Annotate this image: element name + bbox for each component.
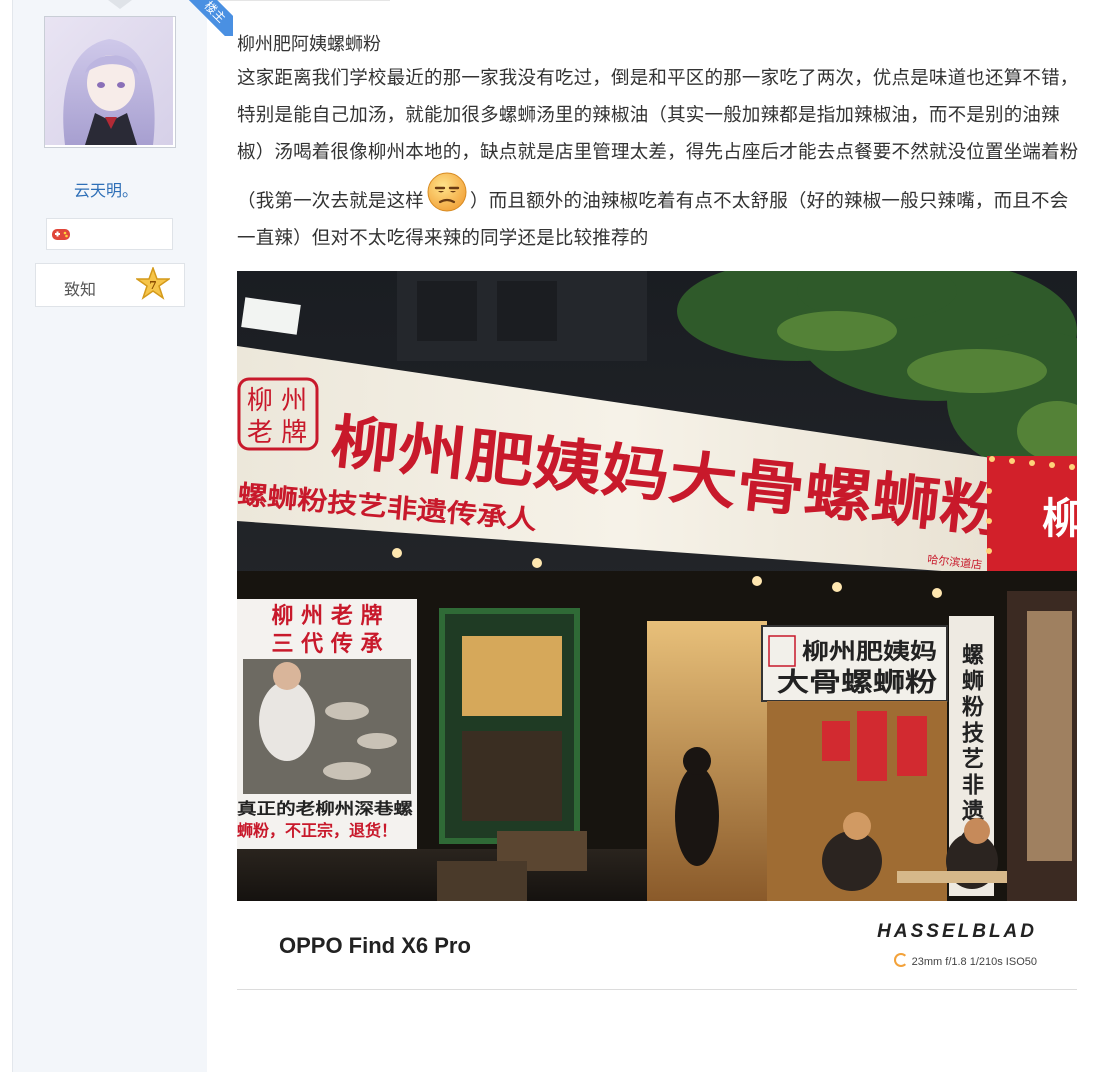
avatar[interactable] <box>44 16 176 148</box>
op-ribbon: 楼主 <box>173 0 233 36</box>
window-sign-line-1: 柳州肥姨妈 <box>802 639 937 665</box>
hasselblad-ring-icon <box>893 953 908 967</box>
medal-bar <box>46 218 173 250</box>
avatar-pointer <box>108 0 132 9</box>
level-star-icon: 7 <box>136 267 170 300</box>
poster-line-2: 三 代 传 承 <box>272 631 383 657</box>
poster-bottom-1: 真正的老柳州深巷螺 <box>237 799 413 818</box>
username-link[interactable]: 云天明。 <box>74 177 138 201</box>
top-divider <box>206 0 390 1</box>
post-body: 这家距离我们学校最近的那一家我没有吃过，倒是和平区的那一家吃了两次，优点是味道也… <box>237 60 1079 257</box>
level-label: 致知 <box>64 280 97 299</box>
op-ribbon-label: 楼主 <box>179 0 233 36</box>
poster-bottom-2: 蛳粉，不正宗，退货！ <box>237 821 397 840</box>
camera-watermark: OPPO Find X6 Pro HASSELBLAD 23mm f/1.8 1… <box>237 901 1077 989</box>
avatar-image <box>45 17 173 145</box>
camera-specs-text: 23mm f/1.8 1/210s ISO50 <box>911 956 1037 968</box>
sign-badge-top: 柳 州 <box>247 386 307 416</box>
camera-brand: HASSELBLAD <box>877 921 1037 942</box>
level-badge[interactable]: 致知 7 <box>35 263 185 307</box>
level-number: 7 <box>149 279 157 292</box>
storefront-photo: 柳 州 老 牌 柳州肥姨妈大骨螺蛳粉 螺蛳粉技艺非遗传承人 哈尔滨道店 柳 柳 … <box>237 271 1077 901</box>
poster-line-1: 柳 州 老 牌 <box>272 603 383 629</box>
camera-specs: 23mm f/1.8 1/210s ISO50 <box>893 953 1037 968</box>
right-sign-char: 柳 <box>1042 494 1077 543</box>
window-sign-line-2: 大骨螺蛳粉 <box>777 668 937 698</box>
unamused-face-icon <box>427 172 467 212</box>
sign-badge-bottom: 老 牌 <box>247 418 307 448</box>
author-sidebar: 楼主 <box>12 0 233 1072</box>
post-photo[interactable]: 柳 州 老 牌 柳州肥姨妈大骨螺蛳粉 螺蛳粉技艺非遗传承人 哈尔滨道店 柳 柳 … <box>237 271 1077 901</box>
gamepad-medal-icon[interactable] <box>51 226 71 242</box>
camera-model: OPPO Find X6 Pro <box>279 933 471 958</box>
post-title: 柳州肥阿姨螺蛳粉 <box>237 34 381 55</box>
post-divider <box>237 989 1077 990</box>
